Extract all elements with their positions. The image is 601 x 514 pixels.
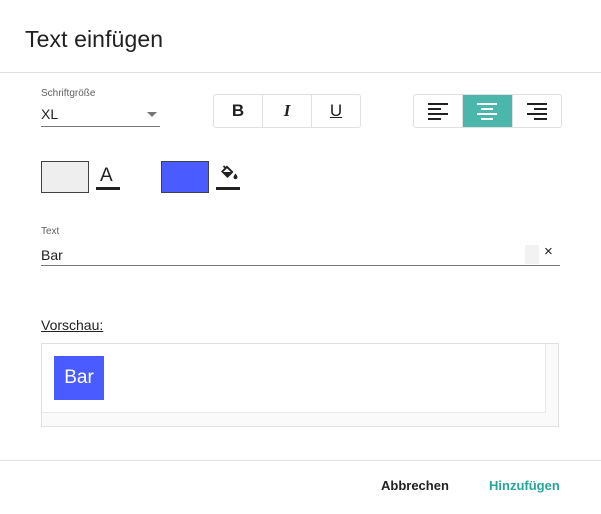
- text-color-swatch[interactable]: [41, 161, 89, 193]
- bold-icon: B: [231, 101, 245, 120]
- fill-bucket-glyph: [221, 165, 238, 180]
- clear-icon[interactable]: ×: [544, 243, 553, 260]
- font-size-label: Schriftgröße: [41, 88, 96, 99]
- text-color-underline: [96, 187, 120, 190]
- text-input[interactable]: Bar ×: [41, 243, 560, 266]
- underline-button[interactable]: U: [312, 95, 360, 127]
- text-format-group: B I U: [213, 94, 361, 128]
- text-align-group: [413, 94, 562, 128]
- fill-color-underline: [216, 187, 240, 190]
- insert-text-dialog: Text einfügen Schriftgröße XL B I U A Te…: [0, 0, 601, 514]
- font-size-value: XL: [41, 106, 59, 122]
- preview-box: Bar: [41, 343, 559, 427]
- footer-divider: [0, 460, 601, 461]
- text-color-letter: A: [100, 165, 113, 186]
- text-field-label: Text: [41, 226, 60, 237]
- input-spinner: [525, 245, 539, 264]
- underline-icon: U: [329, 101, 343, 120]
- add-button[interactable]: Hinzufügen: [489, 478, 560, 493]
- align-center-button[interactable]: [463, 95, 513, 127]
- bold-button[interactable]: B: [214, 95, 263, 127]
- align-left-button[interactable]: [414, 95, 464, 127]
- italic-button[interactable]: I: [263, 95, 312, 127]
- cancel-button[interactable]: Abbrechen: [381, 478, 449, 493]
- italic-icon: I: [283, 101, 291, 120]
- dropdown-caret-icon: [147, 112, 157, 117]
- header-divider: [0, 72, 601, 73]
- text-color-icon[interactable]: A: [96, 162, 122, 192]
- fill-bucket-icon[interactable]: [216, 162, 242, 192]
- align-left-icon: [428, 103, 449, 120]
- dialog-title: Text einfügen: [25, 26, 164, 52]
- preview-label: Vorschau:: [41, 317, 104, 333]
- align-center-icon: [477, 103, 498, 120]
- text-input-value: Bar: [41, 247, 63, 263]
- preview-canvas: Bar: [42, 344, 546, 413]
- font-size-select[interactable]: XL: [41, 102, 160, 127]
- preview-text-chip: Bar: [54, 356, 104, 400]
- align-right-button[interactable]: [513, 95, 561, 127]
- background-color-swatch[interactable]: [161, 161, 209, 193]
- align-right-icon: [526, 103, 547, 120]
